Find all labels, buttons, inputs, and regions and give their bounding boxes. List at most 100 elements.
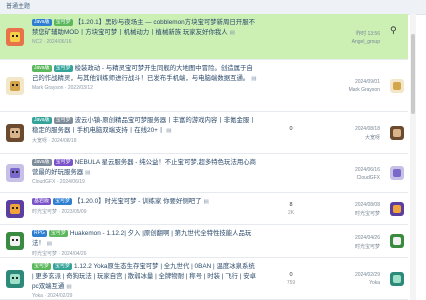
thread-title-line[interactable]: Java版 宝可梦 梭装政动 - 与精灵宝可梦开生同舰的大地图中冒险。创造属于自己的… — [32, 64, 258, 84]
thread-row[interactable]: 宝可梦 宝可梦 1.12.2 Yoka原生态生存宝可梦 | 全九世代 | 0BAN … — [0, 258, 408, 300]
last-post-user[interactable]: 时光宝可梦 — [340, 210, 380, 217]
last-poster-avatar[interactable] — [390, 125, 404, 140]
last-poster-avatar[interactable] — [390, 201, 404, 216]
thread-prefix-label[interactable]: 宝可梦 — [53, 117, 73, 124]
thread-main: Java版 宝可梦 波云小镇-原创精品宝可梦服务器丨丰富的游戏内容丨非氪金服丨稳定的… — [32, 116, 258, 144]
attachment-icon: ▤ — [251, 76, 257, 82]
last-poster-avatar[interactable] — [390, 78, 404, 93]
section-title: 普通主题 — [6, 4, 31, 10]
last-poster-avatar[interactable] — [390, 271, 404, 286]
thread-prefix-label[interactable]: Java版 — [32, 65, 52, 72]
thread-title-line[interactable]: RPG 宝可梦 Huakemon - 1.12.2| 夕入 |原创翻啊 | 第九世代… — [32, 229, 258, 249]
thread-author[interactable]: 时光宝可梦 — [32, 251, 57, 257]
last-post-info: 2024/08/08 时光宝可梦 — [340, 202, 380, 217]
thread-list-page: 普通主题 Java版 宝可梦 【1.20.1】黑砂与夜场主 — cobblemon方… — [0, 0, 426, 300]
view-count: 2K — [287, 210, 295, 216]
thread-author[interactable]: CloudGFX — [32, 179, 55, 185]
view-count: 759 — [286, 280, 296, 286]
last-post-time[interactable]: 2024/08/08 — [340, 202, 380, 208]
attachment-icon: ▤ — [229, 30, 235, 36]
last-post-user[interactable]: 时光宝可梦 — [340, 243, 380, 250]
last-post-info: 昨时 13:56 Angel_group — [340, 30, 380, 45]
attachment-icon: ▤ — [66, 284, 72, 290]
thread-prefix-label[interactable]: 基岩版 — [32, 198, 52, 205]
last-poster-avatar[interactable] — [390, 234, 404, 248]
thread-prefix-label[interactable]: RPG — [32, 230, 47, 237]
thread-meta: 时光宝可梦 · 2023/05/09 — [32, 209, 87, 215]
reply-count: 0 — [289, 272, 293, 278]
thread-title-line[interactable]: 宝可梦 宝可梦 1.12.2 Yoka原生态生存宝可梦 | 全九世代 | 0BAN … — [32, 262, 258, 292]
thread-date: 2024/06/16 — [46, 39, 72, 45]
last-post-user[interactable]: Yoka — [340, 280, 380, 286]
thread-date: 2024/02/29 — [47, 293, 73, 299]
author-avatar[interactable] — [6, 76, 24, 95]
section-header: 普通主题 — [0, 0, 426, 15]
author-avatar[interactable] — [6, 164, 24, 182]
thread-prefix-label[interactable]: 宝可梦 — [53, 19, 73, 26]
thread-prefix-label[interactable]: 宝可梦 — [53, 198, 73, 205]
last-post-time[interactable]: 2024/02/29 — [340, 272, 380, 278]
attachment-icon: ▤ — [203, 199, 209, 205]
thread-title-line[interactable]: Java版 宝可梦 波云小镇-原创精品宝可梦服务器丨丰富的游戏内容丨非氪金服丨稳定的… — [32, 116, 258, 136]
last-post-info: 2024/06/16 CloudGFX — [340, 167, 380, 181]
last-post-time[interactable]: 2024/06/16 — [340, 167, 380, 173]
last-post-info: 2024/09/01 Mark Grayson — [340, 79, 380, 93]
thread-prefix-label[interactable]: Java版 — [32, 19, 52, 26]
last-post-time[interactable]: 2024/08/18 — [340, 126, 380, 132]
last-post-user[interactable]: Angel_group — [340, 39, 380, 45]
attachment-icon: ▤ — [166, 128, 172, 134]
thread-author[interactable]: Mark Grayson — [32, 85, 63, 91]
thread-author[interactable]: 大宽呀 — [32, 138, 47, 144]
thread-prefix-label[interactable]: 宝可梦 — [53, 263, 73, 270]
thread-meta: NC2 · 2024/06/16 — [32, 39, 72, 45]
thread-stats: 0 — [283, 126, 299, 134]
thread-row[interactable]: Java版 宝可梦 【1.20.1】黑砂与夜场主 — cobblemon方块宝可梦新… — [0, 14, 408, 60]
thread-title[interactable]: 【1.20.0】时光宝可梦 - 训练家 你要好侧吧了 — [74, 198, 201, 205]
attachment-icon: ▤ — [85, 170, 91, 176]
last-post-time[interactable]: 2024/09/01 — [340, 79, 380, 85]
thread-row[interactable]: Java版 宝可梦 梭装政动 - 与精灵宝可梦开生同舰的大地图中冒险。创造属于自己的… — [0, 60, 408, 112]
last-post-info: 2024/08/18 大宽呀 — [340, 126, 380, 141]
author-avatar[interactable] — [6, 27, 24, 46]
thread-stats — [283, 30, 299, 32]
last-post-user[interactable]: 大宽呀 — [340, 134, 380, 141]
thread-meta: 时光宝可梦 · 2024/04/26 — [32, 251, 87, 257]
author-avatar[interactable] — [6, 232, 24, 250]
thread-main: 基岩版 宝可梦 【1.20.0】时光宝可梦 - 训练家 你要好侧吧了 ▤ 时光宝可梦 ·… — [32, 197, 258, 215]
thread-row[interactable]: Java版 宝可梦 波云小镇-原创精品宝可梦服务器丨丰富的游戏内容丨非氪金服丨稳定的… — [0, 112, 408, 154]
thread-prefix-label[interactable]: 宝可梦 — [53, 159, 73, 166]
last-post-user[interactable]: Mark Grayson — [340, 87, 380, 93]
author-avatar[interactable] — [6, 199, 24, 218]
thread-prefix-label[interactable]: Java版 — [32, 117, 52, 124]
scroll-thumb[interactable] — [411, 34, 415, 114]
thread-meta: CloudGFX · 2024/06/19 — [32, 179, 85, 185]
thread-stats — [283, 235, 299, 237]
thread-main: RPG 宝可梦 Huakemon - 1.12.2| 夕入 |原创翻啊 | 第九世代… — [32, 229, 258, 257]
thread-row[interactable]: Java版 宝可梦 NEBULA 星云服务器 - 纯公益！不止宝可梦,超多特色玩法用… — [0, 154, 408, 193]
thread-meta: 大宽呀 · 2024/08/18 — [32, 138, 77, 144]
thread-prefix-label[interactable]: 宝可梦 — [53, 65, 73, 72]
thread-prefix-label[interactable]: 宝可梦 — [48, 230, 68, 237]
last-post-user[interactable]: CloudGFX — [340, 175, 380, 181]
thread-title-line[interactable]: 基岩版 宝可梦 【1.20.0】时光宝可梦 - 训练家 你要好侧吧了 ▤ — [32, 197, 258, 207]
thread-row[interactable]: 基岩版 宝可梦 【1.20.0】时光宝可梦 - 训练家 你要好侧吧了 ▤ 时光宝可梦 ·… — [0, 193, 408, 225]
thread-meta: Mark Grayson · 2022/03/12 — [32, 85, 93, 91]
thread-author[interactable]: Yoka — [32, 293, 43, 299]
thread-date: 2024/06/19 — [59, 179, 85, 185]
thread-date: 2023/05/09 — [61, 209, 87, 215]
thread-prefix-label[interactable]: Java版 — [32, 159, 52, 166]
thread-author[interactable]: 时光宝可梦 — [32, 209, 57, 215]
thread-author[interactable]: NC2 — [32, 39, 42, 45]
author-avatar[interactable] — [6, 123, 24, 142]
thread-date: 2022/03/12 — [67, 85, 93, 91]
reply-count: 0 — [289, 126, 293, 132]
last-poster-avatar[interactable] — [390, 166, 404, 180]
scrollbar[interactable] — [410, 14, 416, 300]
last-post-time[interactable]: 昨时 13:56 — [340, 30, 380, 37]
author-avatar[interactable] — [6, 269, 24, 288]
thread-title-line[interactable]: Java版 宝可梦 【1.20.1】黑砂与夜场主 — cobblemon方块宝可梦新… — [32, 18, 258, 38]
last-post-time[interactable]: 2024/04/26 — [340, 235, 380, 241]
thread-title-line[interactable]: Java版 宝可梦 NEBULA 星云服务器 - 纯公益！不止宝可梦,超多特色玩法用… — [32, 158, 258, 178]
thread-prefix-label[interactable]: 宝可梦 — [32, 263, 52, 270]
thread-row[interactable]: RPG 宝可梦 Huakemon - 1.12.2| 夕入 |原创翻啊 | 第九世代… — [0, 225, 408, 258]
